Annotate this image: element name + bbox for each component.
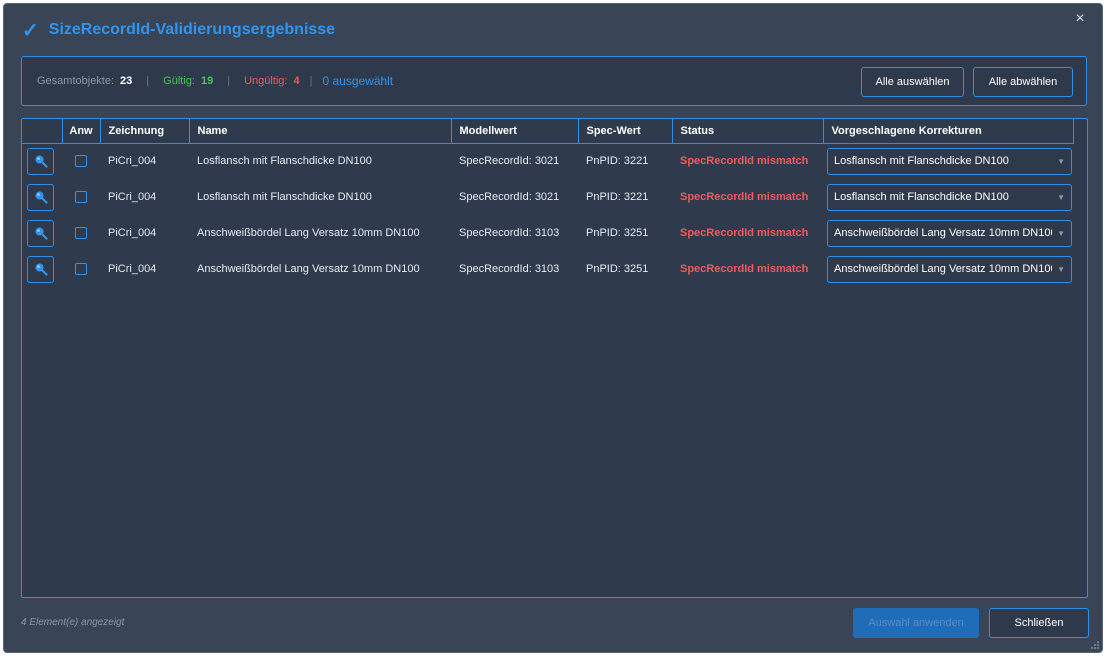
selected-count: 0 ausgewählt [322,74,394,88]
resize-grip-icon[interactable] [1090,640,1100,650]
correction-dropdown[interactable]: Anschweißbördel Lang Versatz 10mm DN100 ▼ [827,219,1072,247]
cell-modellwert: SpecRecordId: 3103 [459,263,560,275]
table-row[interactable]: PiCri_004 Losflansch mit Flanschdicke DN… [22,179,1073,215]
table-row[interactable]: PiCri_004 Losflansch mit Flanschdicke DN… [22,143,1073,179]
table-row[interactable]: PiCri_004 Anschweißbördel Lang Versatz 1… [22,251,1073,287]
correction-value: Losflansch mit Flanschdicke DN100 [834,155,1009,168]
chevron-down-icon: ▼ [1057,228,1065,238]
validation-dialog: ✓ SizeRecordId-Validierungsergebnisse × … [3,3,1103,653]
magnifier-icon [35,263,48,276]
cell-spec-wert: PnPID: 3221 [586,191,649,203]
column-header-spec-wert[interactable]: Spec-Wert [578,119,673,144]
column-header-zeichnung[interactable]: Zeichnung [100,119,190,144]
deselect-all-button[interactable]: Alle abwählen [973,67,1073,97]
correction-dropdown[interactable]: Anschweißbördel Lang Versatz 10mm DN100 ▼ [827,255,1072,283]
separator: | [146,75,150,87]
cell-modellwert: SpecRecordId: 3021 [459,155,560,168]
column-header-anw[interactable]: Anw [62,119,101,144]
magnifier-icon [35,227,48,240]
cell-modellwert: SpecRecordId: 3021 [459,191,560,203]
table-row[interactable]: PiCri_004 Anschweißbördel Lang Versatz 1… [22,215,1073,251]
cell-zeichnung: PiCri_004 [108,263,157,275]
select-all-button[interactable]: Alle auswählen [861,67,964,97]
cell-spec-wert: PnPID: 3251 [586,263,649,275]
correction-dropdown[interactable]: Losflansch mit Flanschdicke DN100 ▼ [827,183,1072,211]
invalid-label: Ungültig: [244,75,288,87]
zoom-button[interactable] [27,147,54,175]
total-label: Gesamtobjekte: [37,75,115,87]
table-header: Anw Zeichnung Name Modellwert Spec-Wert … [22,119,1074,144]
chevron-down-icon: ▼ [1057,264,1065,274]
cell-name: Anschweißbördel Lang Versatz 10mm DN100 [197,227,420,239]
valid-value: 19 [200,75,214,87]
cell-spec-wert: PnPID: 3251 [586,227,649,239]
column-header-modellwert[interactable]: Modellwert [451,119,579,144]
zoom-button[interactable] [27,219,54,247]
total-value: 23 [120,75,133,87]
correction-dropdown[interactable]: Losflansch mit Flanschdicke DN100 ▼ [827,147,1072,175]
stats-bar: Gesamtobjekte: 23 | Gültig: 19 | Ungülti… [37,74,393,88]
apply-selection-button[interactable]: Auswahl anwenden [853,608,979,638]
apply-checkbox[interactable] [75,155,87,168]
close-button[interactable]: Schließen [989,608,1089,638]
separator: | [309,75,313,87]
correction-value: Losflansch mit Flanschdicke DN100 [834,191,1009,203]
item-count-text: 4 Element(e) angezeigt [21,617,125,628]
cell-modellwert: SpecRecordId: 3103 [459,227,560,239]
column-header-korrekturen[interactable]: Vorgeschlagene Korrekturen [823,119,1074,144]
cell-zeichnung: PiCri_004 [108,191,157,203]
cell-status: SpecRecordId mismatch [680,155,809,168]
cell-status: SpecRecordId mismatch [680,227,809,239]
separator: | [227,75,231,87]
magnifier-icon [35,191,48,204]
cell-zeichnung: PiCri_004 [108,155,157,168]
cell-name: Losflansch mit Flanschdicke DN100 [197,191,372,203]
apply-checkbox[interactable] [75,191,87,204]
valid-label: Gültig: [163,75,195,87]
dialog-title-bar: ✓ SizeRecordId-Validierungsergebnisse [22,18,335,42]
cell-spec-wert: PnPID: 3221 [586,155,649,168]
zoom-button[interactable] [27,255,54,283]
column-header-status[interactable]: Status [672,119,824,144]
checkmark-icon: ✓ [22,19,39,42]
chevron-down-icon: ▼ [1057,192,1065,202]
close-icon[interactable]: × [1072,11,1088,27]
column-header-name[interactable]: Name [189,119,452,144]
cell-name: Anschweißbördel Lang Versatz 10mm DN100 [197,263,420,275]
summary-panel: Gesamtobjekte: 23 | Gültig: 19 | Ungülti… [21,56,1087,106]
magnifier-icon [35,155,48,168]
correction-value: Anschweißbördel Lang Versatz 10mm DN100 [834,263,1052,275]
results-table-container[interactable]: Anw Zeichnung Name Modellwert Spec-Wert … [21,118,1088,598]
zoom-button[interactable] [27,183,54,211]
cell-name: Losflansch mit Flanschdicke DN100 [197,155,372,168]
column-header-action [22,119,63,144]
cell-status: SpecRecordId mismatch [680,191,809,203]
cell-status: SpecRecordId mismatch [680,263,809,275]
results-table: Anw Zeichnung Name Modellwert Spec-Wert … [22,119,1074,287]
apply-checkbox[interactable] [75,263,87,276]
invalid-value: 4 [293,75,300,87]
dialog-title: SizeRecordId-Validierungsergebnisse [48,21,336,38]
chevron-down-icon: ▼ [1057,156,1065,166]
cell-zeichnung: PiCri_004 [108,227,157,239]
apply-checkbox[interactable] [75,227,87,240]
correction-value: Anschweißbördel Lang Versatz 10mm DN100 [834,227,1052,239]
